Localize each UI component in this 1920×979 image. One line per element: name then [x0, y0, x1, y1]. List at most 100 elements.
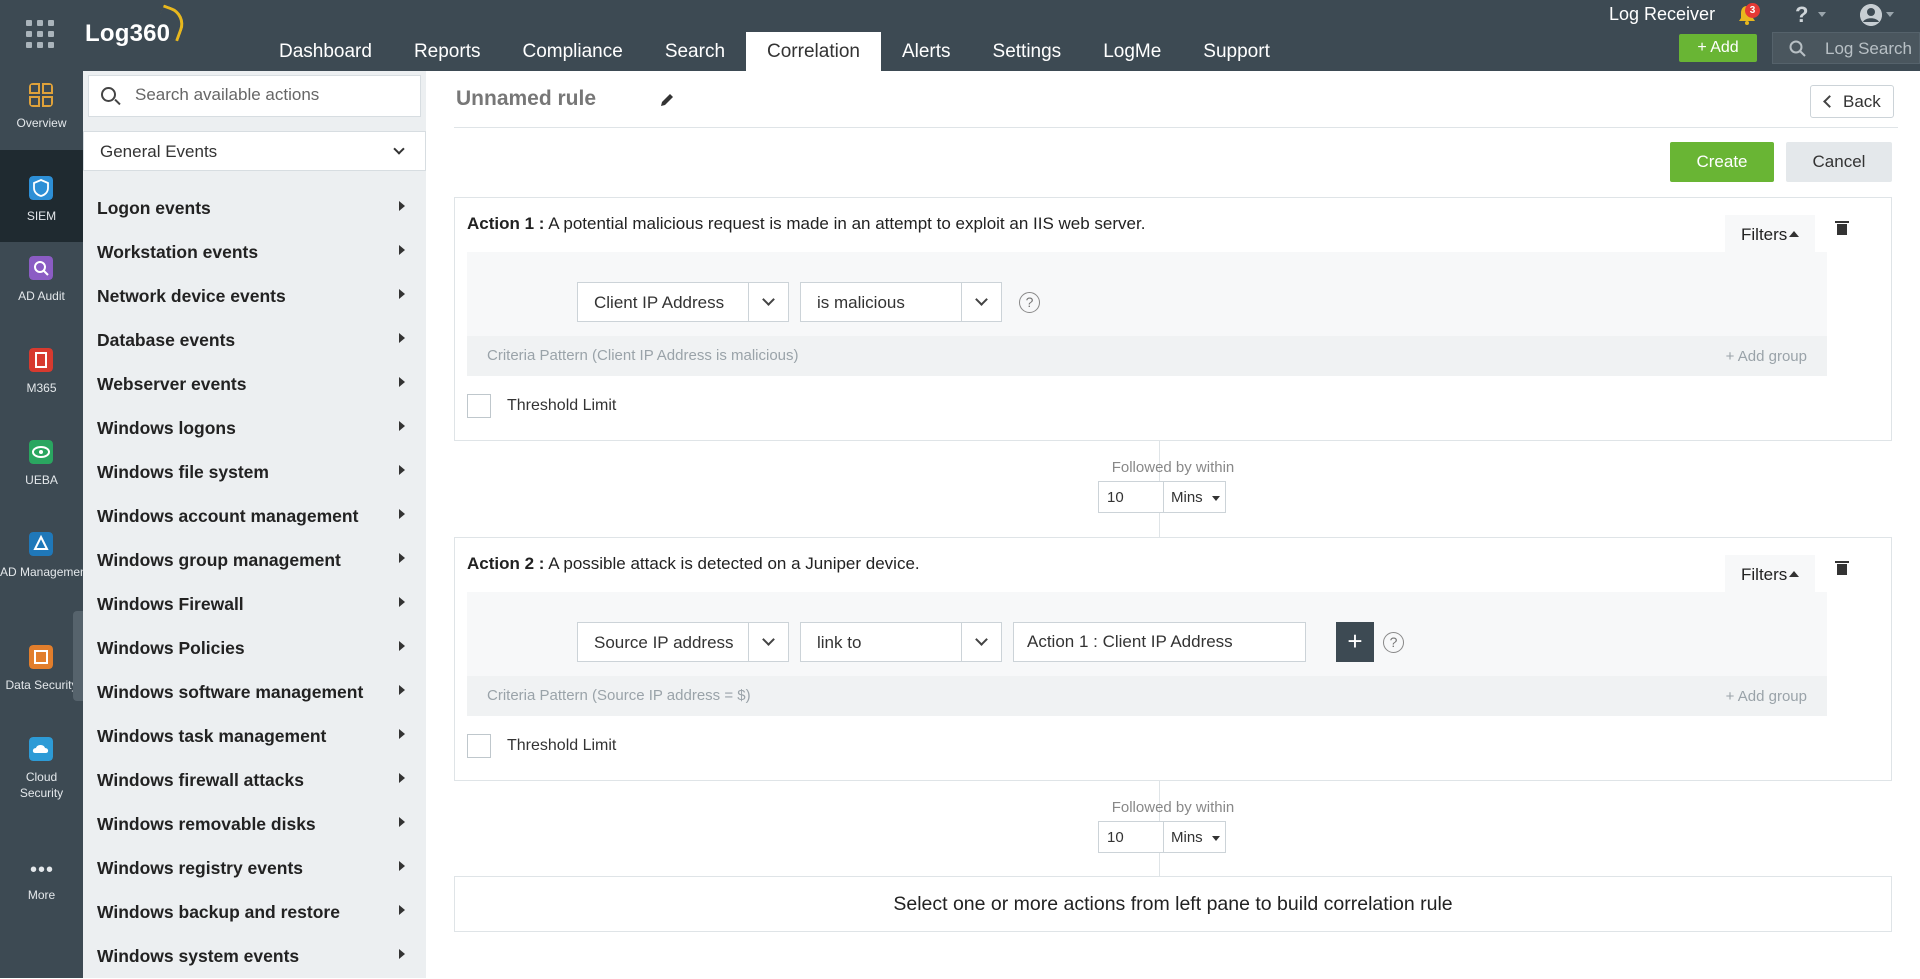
back-button[interactable]: Back [1810, 85, 1894, 118]
action-2-filters: Source IP address link to + ? Criteria P… [467, 592, 1827, 716]
notification-badge: 3 [1745, 3, 1760, 18]
help-icon[interactable]: ? [1795, 2, 1808, 28]
caret-right-icon [399, 377, 405, 387]
threshold-checkbox[interactable] [467, 394, 491, 418]
list-item[interactable]: Logon events [83, 187, 426, 231]
m365-icon [29, 348, 53, 372]
action-1-description: A potential malicious request is made in… [544, 214, 1146, 233]
log-search-button[interactable]: Log Search [1772, 32, 1920, 64]
list-item-label: Windows group management [97, 550, 341, 570]
nav-search[interactable]: Search [644, 32, 746, 71]
list-item[interactable]: Windows removable disks [83, 803, 426, 847]
list-item[interactable]: Windows group management [83, 539, 426, 583]
field-select-value: Source IP address [594, 633, 734, 652]
ueba-icon [29, 440, 53, 464]
help-icon[interactable]: ? [1019, 292, 1040, 313]
nav-logme[interactable]: LogMe [1082, 32, 1182, 71]
list-item[interactable]: Windows software management [83, 671, 426, 715]
nav-settings[interactable]: Settings [972, 32, 1083, 71]
threshold-label: Threshold Limit [507, 737, 617, 754]
filters-toggle[interactable]: Filters [1725, 215, 1815, 255]
app-siem[interactable]: SIEM [0, 150, 83, 242]
chevron-down-icon [762, 293, 775, 306]
list-item[interactable]: Windows task management [83, 715, 426, 759]
caret-right-icon [399, 641, 405, 651]
app-ad-management-label: AD Managemen [0, 565, 83, 579]
nav-correlation[interactable]: Correlation [746, 32, 881, 71]
list-item-label: Windows Firewall [97, 594, 244, 614]
app-ad-management[interactable]: AD Managemen [0, 518, 83, 610]
app-ueba[interactable]: UEBA [0, 426, 83, 518]
app-cloud-security[interactable]: Cloud Security [0, 723, 83, 833]
operator-select[interactable]: link to [800, 622, 1002, 662]
search-icon [101, 87, 116, 102]
list-item-label: Windows software management [97, 682, 364, 702]
list-item[interactable]: Windows firewall attacks [83, 759, 426, 803]
field-select-value: Client IP Address [594, 293, 725, 312]
nav-compliance[interactable]: Compliance [501, 32, 643, 71]
caret-right-icon [399, 333, 405, 343]
create-button[interactable]: Create [1670, 142, 1774, 182]
field-select[interactable]: Source IP address [577, 622, 789, 662]
list-item[interactable]: Windows backup and restore [83, 891, 426, 935]
caret-right-icon [399, 597, 405, 607]
app-ad-audit[interactable]: AD Audit [0, 242, 83, 334]
app-m365[interactable]: M365 [0, 334, 83, 426]
add-group-button[interactable]: + Add group [1726, 688, 1807, 705]
sidebar-collapse-handle[interactable] [73, 611, 83, 701]
follow-window-2-value[interactable] [1099, 822, 1164, 852]
list-item[interactable]: Webserver events [83, 363, 426, 407]
list-item[interactable]: Windows file system [83, 451, 426, 495]
action-search-input[interactable] [135, 85, 405, 105]
app-more-label: More [27, 888, 56, 902]
ad-management-icon [29, 532, 53, 556]
nav-support[interactable]: Support [1182, 32, 1291, 71]
list-item[interactable]: Windows Policies [83, 627, 426, 671]
category-dropdown[interactable]: General Events [83, 131, 426, 171]
follow-window-1-unit[interactable]: Mins [1171, 489, 1203, 506]
follow-window-2-unit[interactable]: Mins [1171, 829, 1203, 846]
help-icon[interactable]: ? [1383, 632, 1404, 653]
caret-right-icon [399, 553, 405, 563]
field-select[interactable]: Client IP Address [577, 282, 789, 322]
nav-alerts[interactable]: Alerts [881, 32, 972, 71]
list-item[interactable]: Windows account management [83, 495, 426, 539]
top-bar: Log360 Dashboard Reports Compliance Sear… [0, 0, 1920, 71]
add-button[interactable]: + Add [1679, 34, 1757, 62]
list-item-label: Windows removable disks [97, 814, 316, 834]
chevron-down-icon [975, 293, 988, 306]
list-item[interactable]: Windows system events [83, 935, 426, 979]
list-item[interactable]: Database events [83, 319, 426, 363]
list-item[interactable]: Network device events [83, 275, 426, 319]
app-data-security[interactable]: Data Security [0, 631, 83, 723]
cancel-button[interactable]: Cancel [1786, 142, 1892, 182]
threshold-checkbox[interactable] [467, 734, 491, 758]
user-caret-icon [1886, 12, 1894, 17]
add-condition-button[interactable]: + [1336, 622, 1374, 662]
app-grid-icon[interactable] [26, 20, 54, 48]
app-ueba-label: UEBA [25, 473, 58, 487]
list-item[interactable]: Windows Firewall [83, 583, 426, 627]
list-item[interactable]: Windows registry events [83, 847, 426, 891]
select-divider [961, 283, 962, 321]
help-caret-icon [1818, 12, 1826, 17]
follow-window-1-value[interactable] [1099, 482, 1164, 512]
nav-dashboard[interactable]: Dashboard [258, 32, 393, 71]
list-item-label: Windows firewall attacks [97, 770, 304, 790]
log-receiver-link[interactable]: Log Receiver [1609, 4, 1715, 25]
list-item[interactable]: Windows logons [83, 407, 426, 451]
trash-icon[interactable] [1835, 221, 1849, 235]
user-avatar-icon[interactable] [1860, 4, 1882, 26]
followed-by-label: Followed by within [1111, 459, 1235, 476]
app-more[interactable]: ••• More [0, 841, 83, 933]
list-item[interactable]: Workstation events [83, 231, 426, 275]
action-2-card: Action 2 : A possible attack is detected… [454, 537, 1892, 781]
trash-icon[interactable] [1835, 561, 1849, 575]
operator-select-value: link to [817, 633, 862, 652]
operator-select[interactable]: is malicious [800, 282, 1002, 322]
nav-reports[interactable]: Reports [393, 32, 502, 71]
filters-toggle[interactable]: Filters [1725, 555, 1815, 595]
link-value-field[interactable] [1013, 622, 1306, 662]
edit-pencil-icon[interactable] [658, 91, 676, 109]
add-group-button[interactable]: + Add group [1726, 348, 1807, 365]
